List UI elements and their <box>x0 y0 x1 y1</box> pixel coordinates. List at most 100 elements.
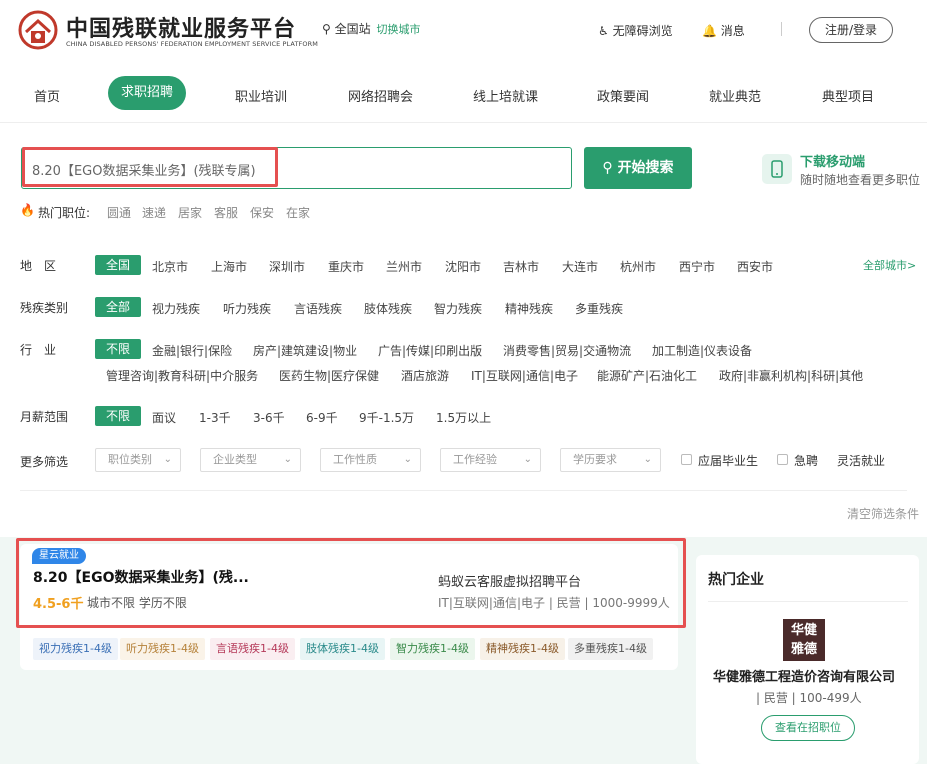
dropdown-experience[interactable]: 工作经验 ⌄ <box>440 448 541 472</box>
filter-industry-option[interactable]: 能源矿产|石油化工 <box>597 367 697 384</box>
job-highlight-box <box>16 538 686 628</box>
logo-emblem-icon[interactable] <box>18 10 58 50</box>
nav-jobs[interactable]: 求职招聘 <box>108 76 186 110</box>
bell-icon: 🔔 <box>702 24 717 38</box>
chevron-down-icon: ⌄ <box>643 454 652 465</box>
filter-region-option[interactable]: 杭州市 <box>620 258 656 275</box>
filter-region-option[interactable]: 上海市 <box>211 258 247 275</box>
filter-region-active[interactable]: 全国 <box>95 255 141 275</box>
filter-region-option[interactable]: 沈阳市 <box>445 258 481 275</box>
dropdown-education[interactable]: 学历要求 ⌄ <box>560 448 661 472</box>
location-selector[interactable]: ⚲ 全国站 切换城市 <box>322 20 420 37</box>
filter-salary-label: 月薪范围 <box>20 410 69 424</box>
download-app-link[interactable]: 下载移动端 <box>800 151 865 170</box>
filter-industry-option[interactable]: 医药生物|医疗保健 <box>279 367 379 384</box>
filter-industry-option[interactable]: 酒店旅游 <box>401 367 449 384</box>
filter-industry-active[interactable]: 不限 <box>95 339 141 359</box>
mobile-app-icon[interactable] <box>762 154 792 184</box>
filter-industry-option[interactable]: IT|互联网|通信|电子 <box>471 367 578 384</box>
flexible-employment-link[interactable]: 灵活就业 <box>837 452 885 469</box>
accessible-browse-link[interactable]: ♿ 无障碍浏览 <box>598 22 673 39</box>
login-button[interactable]: 注册/登录 <box>809 17 893 43</box>
filter-region-option[interactable]: 重庆市 <box>328 258 364 275</box>
hot-job-item[interactable]: 速递 <box>142 204 166 221</box>
filter-salary-active[interactable]: 不限 <box>95 406 141 426</box>
hot-job-item[interactable]: 在家 <box>286 204 310 221</box>
filter-salary-option[interactable]: 1-3千 <box>199 409 231 426</box>
filter-salary-option[interactable]: 6-9千 <box>306 409 338 426</box>
dropdown-work-nature[interactable]: 工作性质 ⌄ <box>320 448 421 472</box>
search-button[interactable]: ⚲ 开始搜索 <box>584 147 692 189</box>
checkbox-graduate[interactable] <box>681 454 692 465</box>
filter-industry-label: 行 业 <box>20 343 57 357</box>
filter-region-option[interactable]: 深圳市 <box>269 258 305 275</box>
filter-industry-option[interactable]: 广告|传媒|印刷出版 <box>378 342 482 359</box>
search-icon: ⚲ <box>602 160 613 176</box>
hot-job-item[interactable]: 圆通 <box>107 204 131 221</box>
hot-job-item[interactable]: 居家 <box>178 204 202 221</box>
filter-salary-option[interactable]: 3-6千 <box>253 409 285 426</box>
filter-disability-option[interactable]: 肢体残疾 <box>364 300 412 317</box>
checkbox-urgent-label[interactable]: 急聘 <box>794 452 818 469</box>
filter-region-option[interactable]: 兰州市 <box>386 258 422 275</box>
filter-salary-option[interactable]: 9千-1.5万 <box>359 409 414 426</box>
filter-disability-label: 残疾类别 <box>20 301 69 315</box>
filter-disability-option[interactable]: 智力残疾 <box>434 300 482 317</box>
nav-policy[interactable]: 政策要闻 <box>597 86 649 105</box>
filter-industry-option[interactable]: 加工制造|仪表设备 <box>652 342 752 359</box>
filter-region-option[interactable]: 西宁市 <box>679 258 715 275</box>
job-tag: 智力残疾1-4级 <box>390 638 475 660</box>
filter-industry-option[interactable]: 金融|银行|保险 <box>152 342 232 359</box>
logo-title[interactable]: 中国残联就业服务平台 <box>66 11 296 43</box>
chevron-down-icon: ⌄ <box>283 454 292 465</box>
filter-region-option[interactable]: 西安市 <box>737 258 773 275</box>
view-jobs-button[interactable]: 查看在招职位 <box>761 715 855 741</box>
location-name: 全国站 <box>334 22 371 36</box>
nav-home[interactable]: 首页 <box>34 86 60 105</box>
checkbox-urgent[interactable] <box>777 454 788 465</box>
hot-jobs-label: 热门职位: <box>38 206 91 220</box>
filter-salary-option[interactable]: 1.5万以上 <box>436 409 491 426</box>
filter-region-option[interactable]: 大连市 <box>562 258 598 275</box>
hot-job-item[interactable]: 保安 <box>250 204 274 221</box>
nav-models[interactable]: 就业典范 <box>709 86 761 105</box>
dropdown-label: 职位类别 <box>108 453 152 466</box>
fire-icon: 🔥 <box>20 203 35 217</box>
filter-disability-option[interactable]: 精神残疾 <box>505 300 553 317</box>
dropdown-label: 工作经验 <box>453 453 497 466</box>
dropdown-company-type[interactable]: 企业类型 ⌄ <box>200 448 301 472</box>
filter-industry-option[interactable]: 消费零售|贸易|交通物流 <box>503 342 631 359</box>
phone-icon <box>771 160 783 178</box>
filter-disability-option[interactable]: 多重残疾 <box>575 300 623 317</box>
chevron-down-icon: ⌄ <box>403 454 412 465</box>
clear-filters-link[interactable]: 清空筛选条件 <box>847 505 919 522</box>
filter-industry-option[interactable]: 房产|建筑建设|物业 <box>253 342 357 359</box>
filter-disability-option[interactable]: 听力残疾 <box>223 300 271 317</box>
dropdown-job-category[interactable]: 职位类别 ⌄ <box>95 448 181 472</box>
hot-companies-divider <box>708 601 908 602</box>
filter-industry-option[interactable]: 管理咨询|教育科研|中介服务 <box>106 367 258 384</box>
company-name[interactable]: 华健雅德工程造价咨询有限公司 <box>713 666 895 685</box>
header-divider <box>781 22 782 36</box>
nav-training[interactable]: 职业培训 <box>235 86 287 105</box>
all-cities-link[interactable]: 全部城市> <box>863 257 916 273</box>
filter-disability-option[interactable]: 言语残疾 <box>294 300 342 317</box>
messages-link[interactable]: 🔔 消息 <box>702 22 745 39</box>
nav-divider <box>0 122 927 123</box>
nav-online-course[interactable]: 线上培就课 <box>473 86 538 105</box>
dropdown-label: 企业类型 <box>213 453 257 466</box>
filter-salary-option[interactable]: 面议 <box>152 409 176 426</box>
filter-region-option[interactable]: 北京市 <box>152 258 188 275</box>
filter-disability-active[interactable]: 全部 <box>95 297 141 317</box>
filter-region-option[interactable]: 吉林市 <box>503 258 539 275</box>
nav-online-fair[interactable]: 网络招聘会 <box>348 86 413 105</box>
filter-disability-option[interactable]: 视力残疾 <box>152 300 200 317</box>
filter-industry-option[interactable]: 政府|非赢利机构|科研|其他 <box>719 367 863 384</box>
nav-projects[interactable]: 典型项目 <box>822 86 874 105</box>
filter-region-label: 地 区 <box>20 259 57 273</box>
hot-job-item[interactable]: 客服 <box>214 204 238 221</box>
company-logo[interactable]: 华健 雅德 <box>783 619 825 661</box>
checkbox-graduate-label[interactable]: 应届毕业生 <box>698 452 758 469</box>
switch-city-link[interactable]: 切换城市 <box>376 23 420 36</box>
company-logo-line2: 雅德 <box>790 642 817 657</box>
